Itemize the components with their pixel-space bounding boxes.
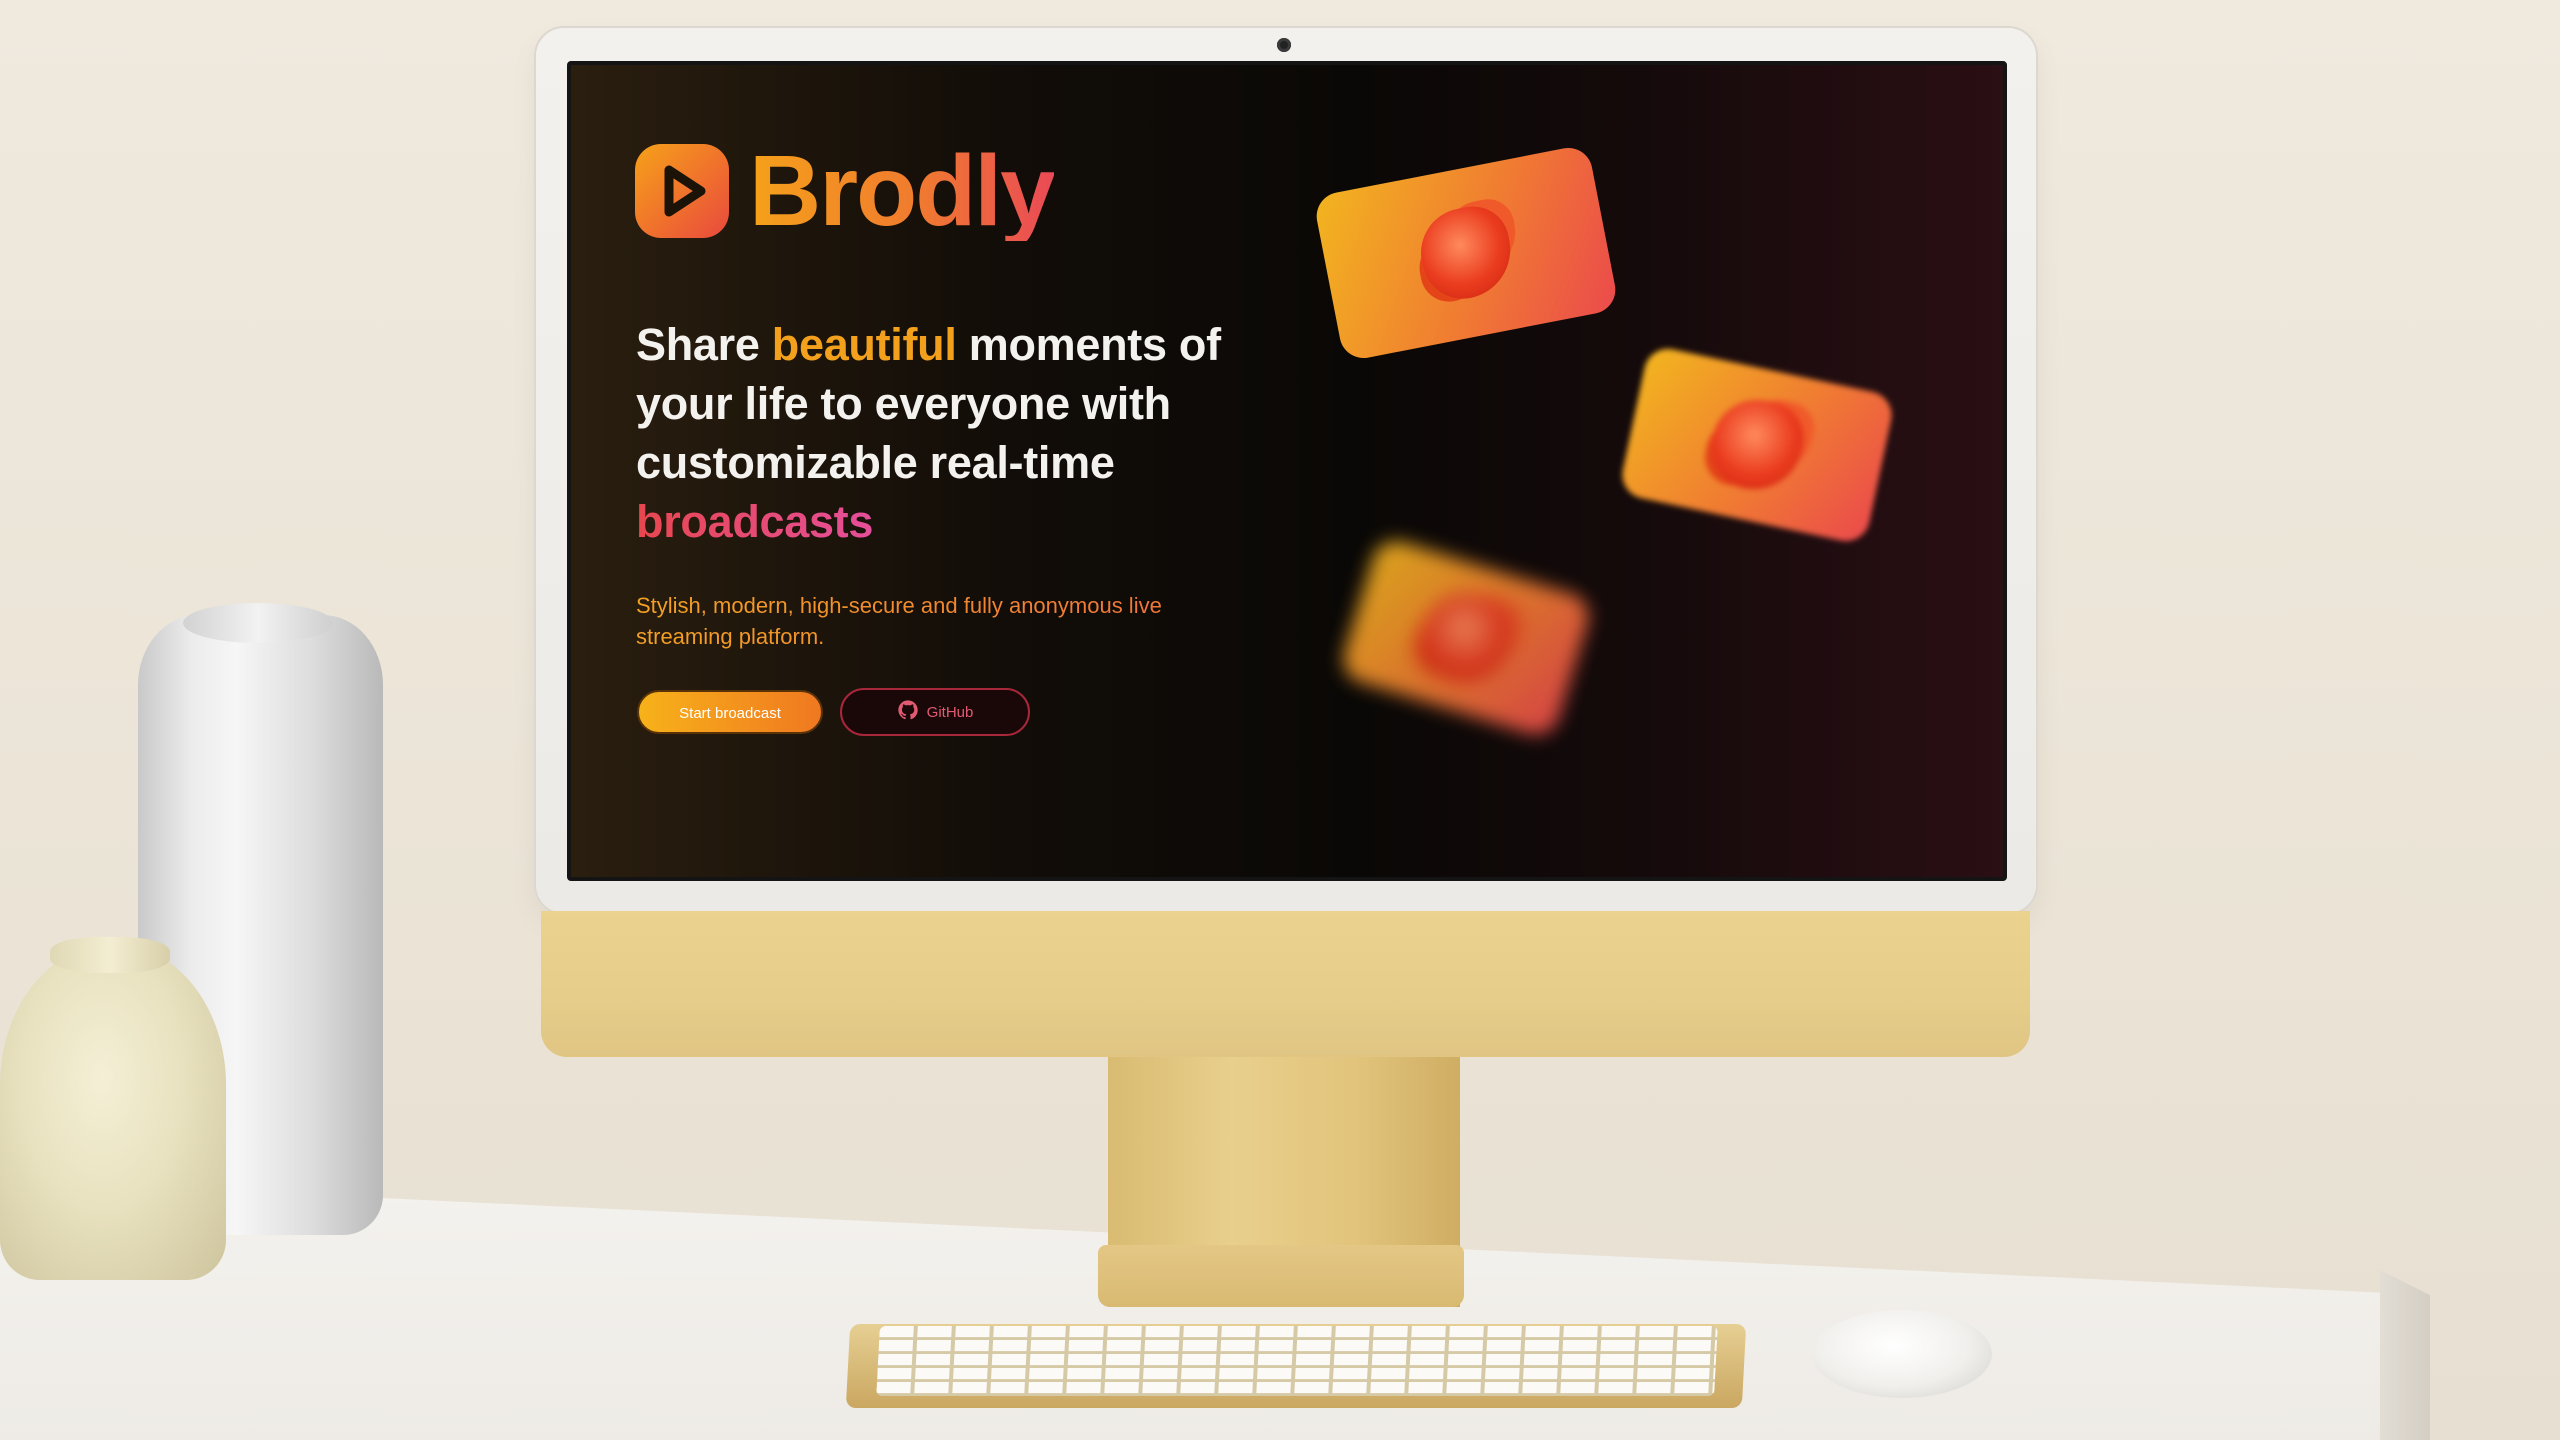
github-icon xyxy=(897,699,919,725)
desk-edge xyxy=(2380,1270,2430,1440)
screen: Brodly Share beautiful moments of your l… xyxy=(567,61,2007,881)
hero-headline: Share beautiful moments of your life to … xyxy=(636,315,1276,551)
short-vase xyxy=(0,937,226,1280)
monitor-stand-base xyxy=(1098,1245,1464,1307)
flower-image xyxy=(1409,581,1523,695)
flower-image xyxy=(1703,391,1811,499)
keyboard-keys xyxy=(876,1326,1718,1396)
webcam xyxy=(1277,38,1291,52)
brand-logo[interactable]: Brodly xyxy=(635,135,1056,247)
hero-subtext: Stylish, modern, high-secure and fully a… xyxy=(636,590,1236,652)
github-button-label: GitHub xyxy=(926,703,974,721)
headline-highlight-beautiful: beautiful xyxy=(771,319,957,370)
brand-name: Brodly xyxy=(749,135,1056,247)
stream-card-3 xyxy=(1337,535,1595,741)
mouse xyxy=(1812,1310,1992,1398)
play-icon xyxy=(635,144,729,238)
start-broadcast-button[interactable]: Start broadcast xyxy=(637,690,823,734)
monitor-chin xyxy=(541,911,2030,1057)
headline-text-1: Share xyxy=(636,319,772,370)
stream-card-2 xyxy=(1617,344,1897,546)
stream-card-1 xyxy=(1312,143,1620,363)
flower-image xyxy=(1413,200,1519,306)
headline-highlight-broadcasts: broadcasts xyxy=(636,496,874,547)
github-button[interactable]: GitHub xyxy=(840,688,1030,736)
